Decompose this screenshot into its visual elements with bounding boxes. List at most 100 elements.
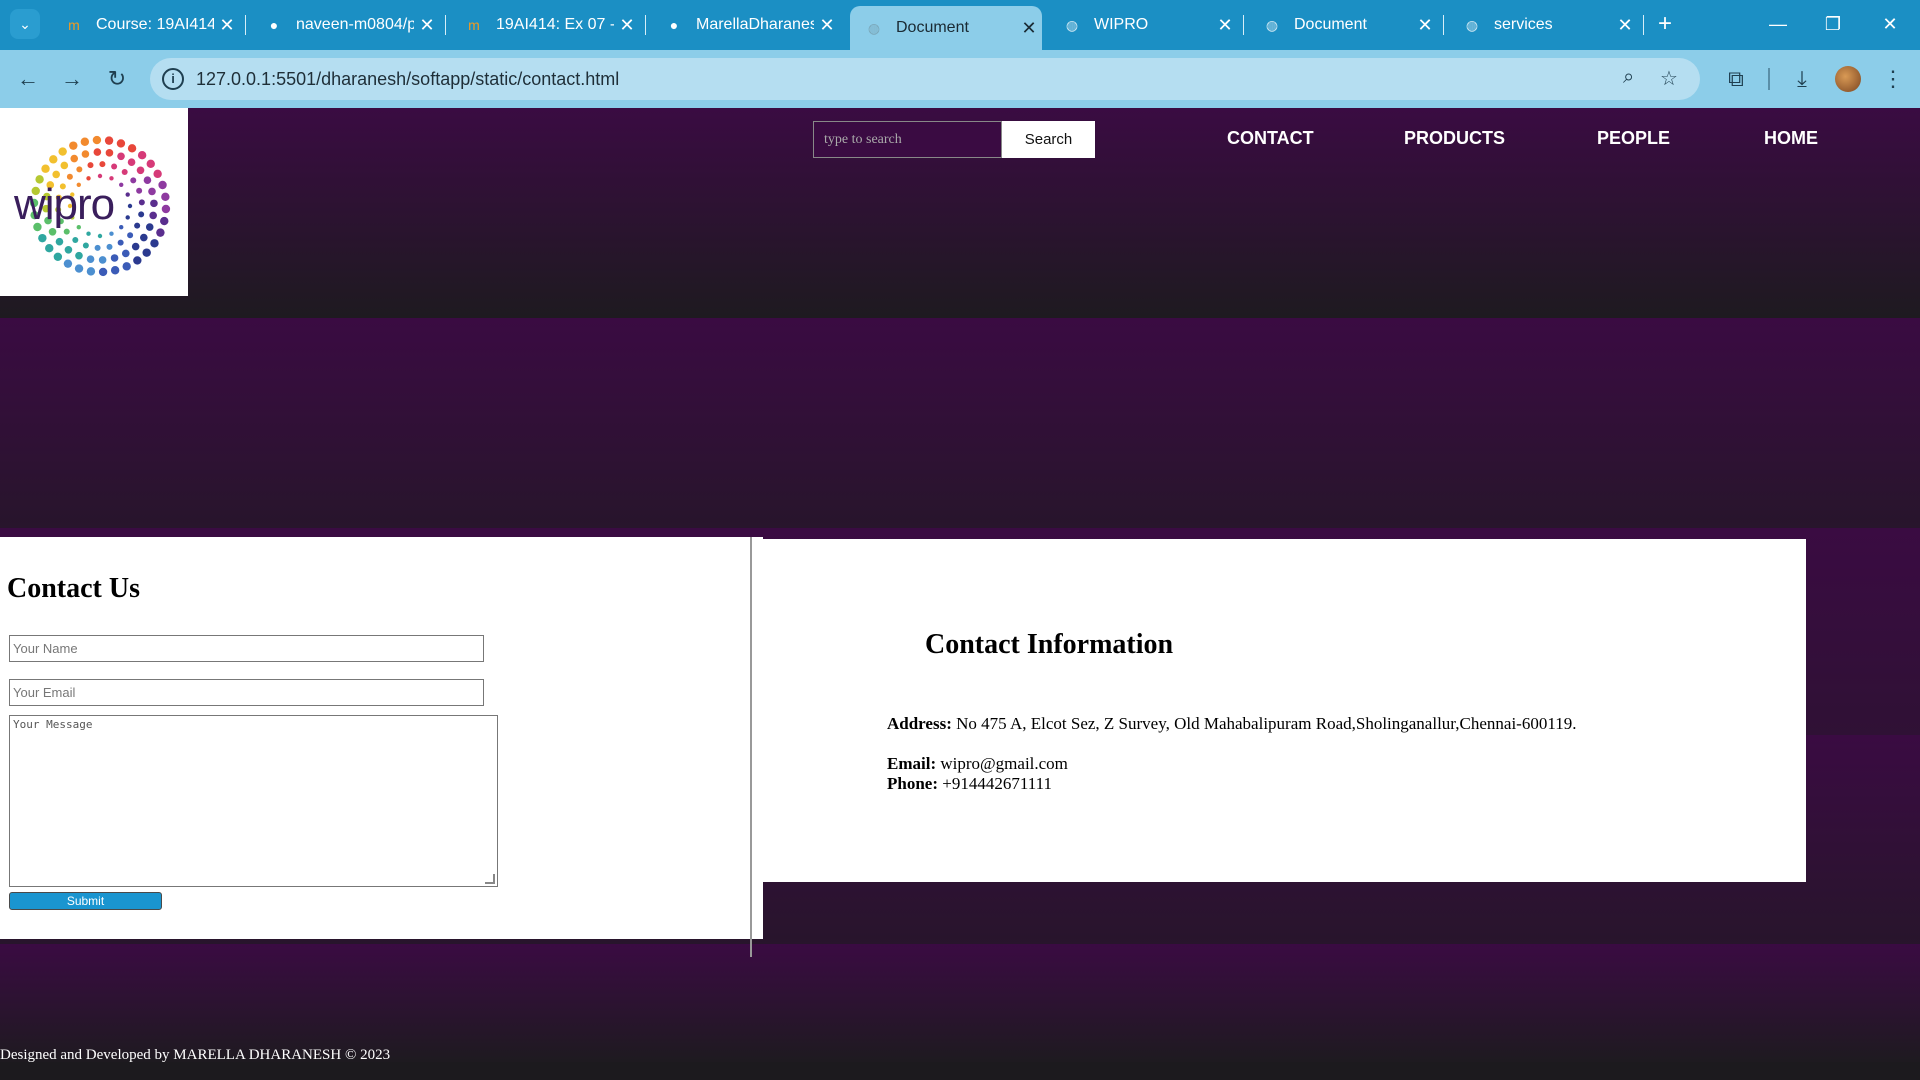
submit-button[interactable]: Submit: [9, 892, 162, 910]
logo-text: wipro: [14, 180, 115, 229]
page-viewport: wipro type to search Search CONTACT PROD…: [0, 108, 1920, 1080]
logo-dot: [70, 154, 79, 163]
nav-link-people[interactable]: PEOPLE: [1597, 128, 1670, 149]
star-icon[interactable]: ☆: [1660, 66, 1678, 91]
email-line: Email: wipro@gmail.com: [887, 754, 1068, 774]
logo-dot: [63, 259, 73, 268]
logo-dot: [94, 244, 101, 251]
logo-dot: [76, 166, 83, 173]
close-icon[interactable]: ✕: [1016, 18, 1042, 39]
browser-tab[interactable]: m 19AI414: Ex 07 - ✕: [450, 6, 640, 44]
close-icon[interactable]: ✕: [1212, 15, 1238, 36]
globe-icon: ◍: [1465, 16, 1479, 33]
extensions-icon[interactable]: ⧉: [1720, 63, 1752, 95]
zoom-icon[interactable]: ⌕: [1623, 66, 1634, 89]
address-line: Address: No 475 A, Elcot Sez, Z Survey, …: [887, 714, 1576, 734]
nav-link-contact[interactable]: CONTACT: [1227, 128, 1314, 149]
email-field[interactable]: Your Email: [9, 679, 484, 706]
close-icon[interactable]: ✕: [214, 15, 240, 36]
close-window-button[interactable]: ✕: [1870, 8, 1910, 40]
search-input[interactable]: type to search: [813, 121, 1002, 158]
phone-value: +914442671111: [942, 774, 1052, 793]
minimize-button[interactable]: —: [1758, 8, 1798, 40]
logo-dot: [109, 231, 114, 236]
site-info-icon[interactable]: i: [162, 68, 184, 90]
search-button[interactable]: Search: [1002, 121, 1095, 158]
tab-search-button[interactable]: ⌄: [10, 9, 40, 39]
arrow-left-icon: ←: [17, 66, 39, 91]
logo-dot: [127, 203, 133, 209]
nav-link-products[interactable]: PRODUCTS: [1404, 128, 1505, 149]
nav-link-home[interactable]: HOME: [1764, 128, 1818, 149]
close-icon[interactable]: ✕: [814, 15, 840, 36]
browser-tab[interactable]: ● MarellaDharanes ✕: [650, 6, 840, 44]
browser-tab[interactable]: ● naveen-m0804/p ✕: [250, 6, 440, 44]
close-icon: ✕: [1882, 14, 1898, 34]
logo-dot: [136, 187, 143, 194]
logo-dot: [64, 246, 73, 254]
logo-dot: [125, 192, 130, 197]
resize-handle[interactable]: [485, 874, 495, 884]
logo-dot: [111, 163, 118, 170]
browser-tab-active[interactable]: ◍ Document ✕: [850, 6, 1042, 50]
logo-dot: [161, 204, 171, 214]
logo-dot: [134, 222, 141, 229]
logo-dot: [72, 236, 79, 243]
logo-dot: [140, 233, 148, 242]
logo-dot: [53, 252, 63, 262]
tab-divider: [645, 15, 646, 35]
download-icon[interactable]: ⤓: [1786, 63, 1818, 95]
logo-dot: [133, 256, 142, 265]
logo-dot: [74, 264, 84, 273]
menu-kebab-icon[interactable]: ⋮: [1877, 63, 1909, 95]
close-icon[interactable]: ✕: [614, 15, 640, 36]
message-placeholder: Your Message: [13, 718, 93, 731]
email-label: Email:: [887, 754, 937, 773]
tab-title: Course: 19AI414: [96, 16, 214, 33]
logo-dot: [41, 164, 50, 173]
browser-tab[interactable]: m Course: 19AI414 ✕: [50, 6, 240, 44]
logo-dot: [137, 150, 147, 160]
contact-heading: Contact Us: [7, 573, 140, 604]
close-icon[interactable]: ✕: [414, 15, 440, 36]
logo-dot: [130, 177, 137, 184]
logo-dot: [146, 159, 155, 169]
logo-dot: [69, 141, 78, 150]
logo-dot: [122, 262, 131, 271]
logo-dot: [86, 255, 95, 263]
url-text[interactable]: 127.0.0.1:5501/dharanesh/softapp/static/…: [196, 69, 619, 90]
address-bar[interactable]: i 127.0.0.1:5501/dharanesh/softapp/stati…: [150, 58, 1700, 100]
arrow-right-icon: →: [61, 66, 83, 91]
contact-form-panel: Contact Us Your Name Your Email Your Mes…: [0, 537, 763, 939]
logo-dot: [97, 233, 103, 239]
close-icon[interactable]: ✕: [1412, 15, 1438, 36]
message-field[interactable]: Your Message: [9, 715, 498, 887]
logo-dot: [150, 199, 158, 208]
logo-dot: [156, 228, 165, 237]
logo-dot: [127, 144, 137, 153]
reload-button[interactable]: ↻: [101, 63, 133, 95]
profile-avatar[interactable]: [1835, 66, 1861, 92]
logo-dot: [81, 150, 90, 158]
logo-dot: [116, 139, 126, 148]
globe-icon: ◍: [1065, 16, 1079, 33]
browser-tab[interactable]: ◍ WIPRO ✕: [1048, 6, 1238, 44]
forward-button[interactable]: →: [56, 63, 88, 95]
logo[interactable]: wipro: [0, 108, 188, 296]
logo-dot: [148, 187, 156, 196]
name-field[interactable]: Your Name: [9, 635, 484, 662]
plus-icon: +: [1657, 10, 1672, 37]
back-button[interactable]: ←: [12, 63, 44, 95]
restore-button[interactable]: ❐: [1813, 8, 1853, 40]
logo-dot: [60, 161, 69, 170]
close-icon[interactable]: ✕: [1612, 15, 1638, 36]
logo-dot: [99, 161, 106, 168]
logo-dot: [86, 231, 91, 236]
logo-dot: [98, 256, 107, 264]
logo-dot: [150, 239, 159, 248]
logo-dot: [106, 243, 113, 250]
logo-dot: [145, 223, 154, 231]
browser-tab[interactable]: ◍ Document ✕: [1248, 6, 1438, 44]
new-tab-button[interactable]: +: [1650, 9, 1680, 39]
browser-tab[interactable]: ◍ services ✕: [1448, 6, 1638, 44]
